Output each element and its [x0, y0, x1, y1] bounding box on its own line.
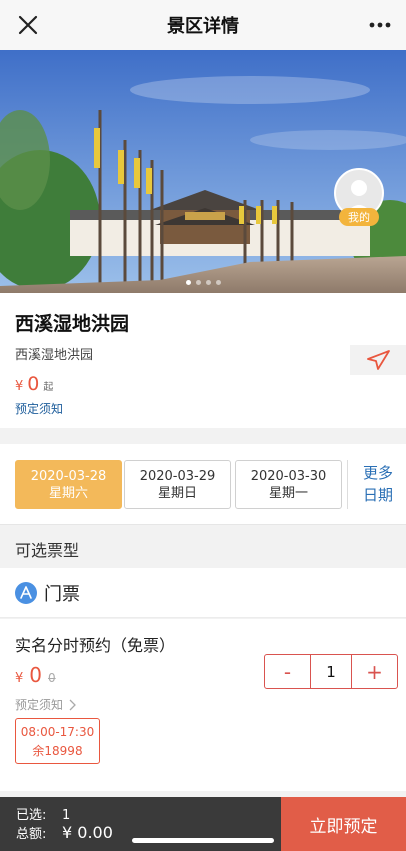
carousel-dot[interactable]	[205, 280, 211, 285]
currency-symbol: ¥	[15, 671, 24, 686]
more-icon[interactable]	[366, 12, 394, 38]
selected-label: 已选:	[16, 808, 47, 823]
book-now-button[interactable]: 立即预定	[281, 797, 406, 851]
more-dates-line1: 更多	[362, 464, 393, 482]
date-weekday: 星期日	[157, 486, 197, 501]
total-label: 总额:	[16, 827, 47, 842]
currency-symbol: ¥	[15, 379, 24, 394]
date-option[interactable]: 2020-03-29 星期日	[124, 460, 231, 509]
carousel-dot[interactable]	[195, 280, 201, 285]
price-suffix: 起	[43, 382, 54, 393]
divider	[347, 460, 348, 509]
date-value: 2020-03-29	[139, 469, 216, 484]
mine-label: 我的	[339, 208, 379, 226]
top-bar: 景区详情	[0, 0, 406, 50]
date-value: 2020-03-30	[250, 469, 327, 484]
navigation-arrow-icon	[367, 350, 390, 370]
ticket-category: 门票	[0, 568, 406, 618]
date-option[interactable]: 2020-03-30 星期一	[235, 460, 342, 509]
ticket-category-label: 门票	[44, 584, 80, 605]
time-slot-remaining: 余18998	[32, 744, 83, 758]
ticket-original-price: 0	[48, 671, 56, 685]
scenic-name: 西溪湿地洪园	[15, 313, 130, 335]
scenic-subtitle: 西溪湿地洪园	[15, 348, 94, 363]
more-dates-line2: 日期	[362, 486, 393, 504]
mine-entry[interactable]: 我的	[334, 168, 384, 238]
quantity-value[interactable]: 1	[310, 655, 352, 688]
home-indicator	[132, 838, 274, 843]
ticket-price: ¥ 0 0	[15, 663, 56, 687]
chevron-right-icon	[69, 699, 76, 710]
ticket-price-value: 0	[29, 663, 43, 687]
scenic-info: 西溪湿地洪园 西溪湿地洪园 ¥ 0 起 预定须知	[0, 293, 406, 428]
hero-carousel[interactable]: 我的	[0, 50, 406, 293]
carousel-dot[interactable]	[215, 280, 221, 285]
ticket-notice-link[interactable]: 预定须知	[15, 696, 77, 713]
date-weekday: 星期六	[48, 486, 88, 501]
price-value: 0	[27, 373, 40, 395]
date-option[interactable]: 2020-03-28 星期六	[15, 460, 122, 509]
close-icon[interactable]	[14, 11, 42, 39]
booking-notice-link[interactable]: 预定须知	[15, 400, 63, 417]
total-amount: ¥ 0.00	[62, 823, 113, 842]
more-dates-button[interactable]: 更多 日期	[356, 462, 400, 506]
decrease-button[interactable]: -	[265, 655, 310, 688]
ticket-notice-label: 预定须知	[15, 698, 64, 712]
page-title: 景区详情	[167, 16, 239, 37]
ticket-name: 实名分时预约（免票）	[15, 636, 176, 655]
quantity-stepper: - 1 +	[264, 654, 398, 689]
time-slot-range: 08:00-17:30	[20, 725, 95, 739]
date-weekday: 星期一	[268, 486, 308, 501]
starting-price: ¥ 0 起	[15, 373, 53, 395]
order-summary: 已选: 1 总额: ¥ 0.00	[16, 807, 113, 843]
ticket-item: 实名分时预约（免票） ¥ 0 0 预定须知 08:00-17:30 余18998…	[0, 619, 406, 791]
carousel-dots	[0, 280, 406, 285]
time-slot-option[interactable]: 08:00-17:30 余18998	[15, 718, 100, 764]
selected-count: 1	[62, 808, 71, 823]
ticket-category-icon	[15, 582, 37, 604]
date-selector: 2020-03-28 星期六 2020-03-29 星期日 2020-03-30…	[0, 444, 406, 524]
date-value: 2020-03-28	[30, 469, 107, 484]
navigate-button[interactable]	[350, 345, 406, 375]
increase-button[interactable]: +	[352, 655, 397, 688]
ticket-types-header: 可选票型	[0, 524, 406, 568]
ticket-types-heading: 可选票型	[15, 541, 80, 560]
carousel-dot[interactable]	[185, 280, 191, 285]
